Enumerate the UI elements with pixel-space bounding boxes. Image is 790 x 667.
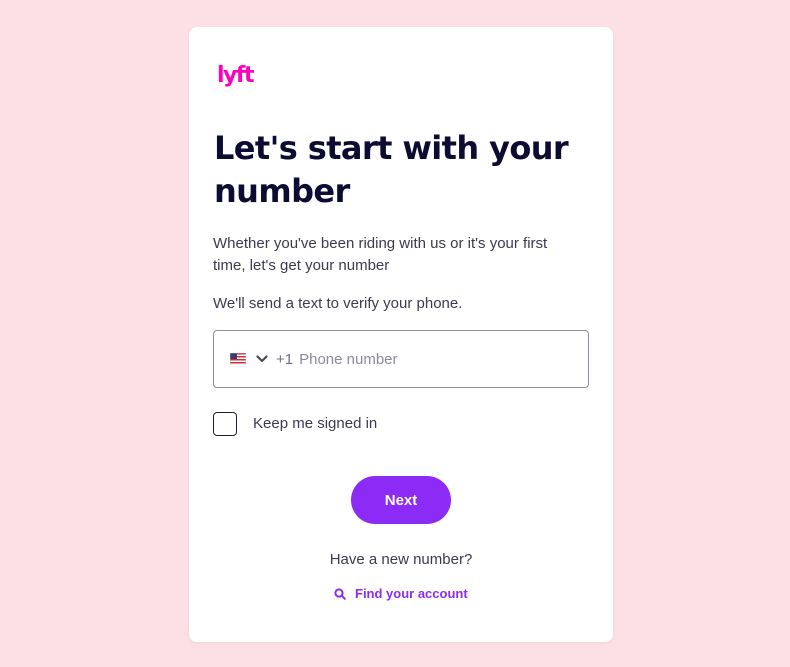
country-code: +1 [276, 350, 294, 368]
keep-signed-in-label[interactable]: Keep me signed in [253, 414, 377, 434]
lyft-logo: lyft [217, 63, 256, 88]
verify-text: We'll send a text to verify your phone. [213, 295, 463, 312]
phone-field[interactable]: +1 [213, 330, 589, 388]
chevron-down-icon[interactable] [256, 355, 268, 363]
new-number-text: Have a new number? [329, 551, 473, 568]
find-account-label: Find your account [355, 586, 468, 601]
us-flag-icon[interactable] [230, 353, 246, 365]
svg-text:lyft: lyft [217, 63, 255, 88]
keep-signed-in-checkbox[interactable] [213, 412, 237, 436]
next-button[interactable]: Next [351, 476, 451, 524]
login-card: lyft Let's start with your number Whethe… [189, 27, 613, 642]
find-account-link[interactable]: Find your account [334, 586, 468, 601]
search-icon [334, 587, 346, 600]
page-subtitle: Whether you've been riding with us or it… [213, 235, 548, 274]
phone-number-input[interactable] [299, 350, 560, 368]
page-title: Let's start with your number [214, 129, 569, 210]
